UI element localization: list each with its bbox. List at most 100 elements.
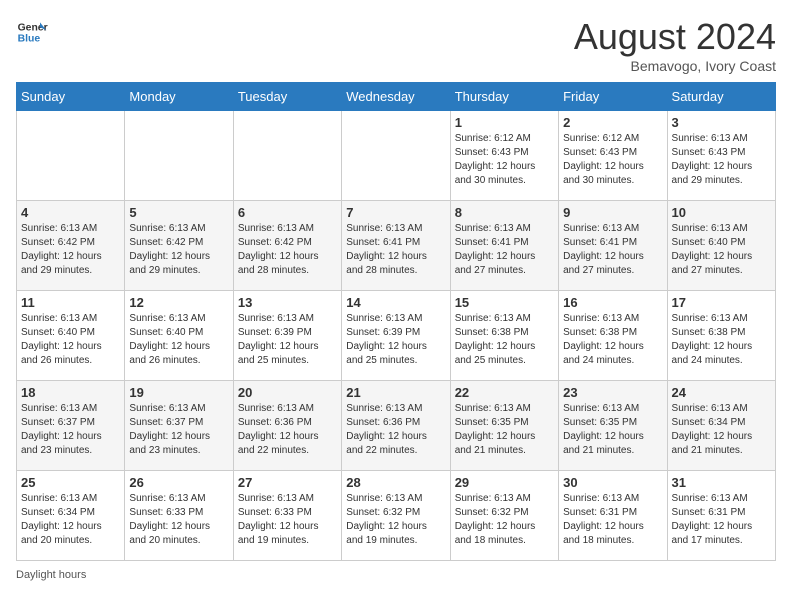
- daylight-label: Daylight hours: [16, 569, 86, 581]
- day-info: Sunrise: 6:13 AMSunset: 6:42 PMDaylight:…: [238, 222, 337, 278]
- day-info: Sunrise: 6:13 AMSunset: 6:35 PMDaylight:…: [455, 402, 554, 458]
- calendar-cell: 26 Sunrise: 6:13 AMSunset: 6:33 PMDayligh…: [125, 471, 233, 561]
- calendar-cell: 24Sunrise: 6:13 AMSunset: 6:34 PMDayligh…: [667, 381, 775, 471]
- day-info: Sunrise: 6:13 AMSunset: 6:38 PMDaylight:…: [672, 312, 771, 368]
- month-year-title: August 2024: [574, 16, 776, 58]
- day-info: Sunrise: 6:13 AMSunset: 6:41 PMDaylight:…: [455, 222, 554, 278]
- calendar-cell: 18 Sunrise: 6:13 AMSunset: 6:37 PMDayligh…: [17, 381, 125, 471]
- calendar-table: SundayMondayTuesdayWednesdayThursdayFrid…: [16, 82, 776, 561]
- page-header: General Blue August 2024 Bemavogo, Ivory…: [16, 16, 776, 74]
- day-number: 9: [563, 205, 662, 220]
- calendar-cell: 31 Sunrise: 6:13 AMSunset: 6:31 PMDayligh…: [667, 471, 775, 561]
- calendar-week-row: 1 Sunrise: 6:12 AMSunset: 6:43 PMDaylight…: [17, 111, 776, 201]
- location-subtitle: Bemavogo, Ivory Coast: [574, 58, 776, 74]
- day-info: Sunrise: 6:13 AMSunset: 6:43 PMDaylight:…: [672, 132, 771, 188]
- day-number: 12: [129, 295, 228, 310]
- day-number: 27: [238, 475, 337, 490]
- day-number: 29: [455, 475, 554, 490]
- day-number: 21: [346, 385, 445, 400]
- day-info: Sunrise: 6:13 AMSunset: 6:36 PMDaylight:…: [346, 402, 445, 458]
- calendar-cell: 25Sunrise: 6:13 AMSunset: 6:34 PMDayligh…: [17, 471, 125, 561]
- calendar-cell: [125, 111, 233, 201]
- day-info: Sunrise: 6:12 AMSunset: 6:43 PMDaylight:…: [563, 132, 662, 188]
- day-info: Sunrise: 6:13 AMSunset: 6:40 PMDaylight:…: [129, 312, 228, 368]
- calendar-cell: 29 Sunrise: 6:13 AMSunset: 6:32 PMDayligh…: [450, 471, 558, 561]
- calendar-cell: 28 Sunrise: 6:13 AMSunset: 6:32 PMDayligh…: [342, 471, 450, 561]
- calendar-cell: 11 Sunrise: 6:13 AMSunset: 6:40 PMDayligh…: [17, 291, 125, 381]
- calendar-cell: 4Sunrise: 6:13 AMSunset: 6:42 PMDaylight…: [17, 201, 125, 291]
- day-info: Sunrise: 6:13 AMSunset: 6:38 PMDaylight:…: [455, 312, 554, 368]
- day-info: Sunrise: 6:13 AMSunset: 6:35 PMDaylight:…: [563, 402, 662, 458]
- day-info: Sunrise: 6:13 AMSunset: 6:33 PMDaylight:…: [129, 492, 228, 548]
- day-number: 18: [21, 385, 120, 400]
- calendar-cell: 2Sunrise: 6:12 AMSunset: 6:43 PMDaylight…: [559, 111, 667, 201]
- day-info: Sunrise: 6:13 AMSunset: 6:39 PMDaylight:…: [346, 312, 445, 368]
- day-info: Sunrise: 6:13 AMSunset: 6:32 PMDaylight:…: [455, 492, 554, 548]
- day-number: 13: [238, 295, 337, 310]
- calendar-cell: 15Sunrise: 6:13 AMSunset: 6:38 PMDayligh…: [450, 291, 558, 381]
- calendar-week-row: 4Sunrise: 6:13 AMSunset: 6:42 PMDaylight…: [17, 201, 776, 291]
- calendar-week-row: 25Sunrise: 6:13 AMSunset: 6:34 PMDayligh…: [17, 471, 776, 561]
- day-number: 11: [21, 295, 120, 310]
- calendar-week-row: 18 Sunrise: 6:13 AMSunset: 6:37 PMDayligh…: [17, 381, 776, 471]
- day-number: 6: [238, 205, 337, 220]
- calendar-cell: 17 Sunrise: 6:13 AMSunset: 6:38 PMDayligh…: [667, 291, 775, 381]
- day-info: Sunrise: 6:13 AMSunset: 6:42 PMDaylight:…: [129, 222, 228, 278]
- calendar-cell: [342, 111, 450, 201]
- svg-text:Blue: Blue: [18, 34, 41, 45]
- day-number: 10: [672, 205, 771, 220]
- day-number: 14: [346, 295, 445, 310]
- day-info: Sunrise: 6:13 AMSunset: 6:40 PMDaylight:…: [672, 222, 771, 278]
- day-info: Sunrise: 6:13 AMSunset: 6:32 PMDaylight:…: [346, 492, 445, 548]
- day-info: Sunrise: 6:13 AMSunset: 6:41 PMDaylight:…: [563, 222, 662, 278]
- day-info: Sunrise: 6:13 AMSunset: 6:34 PMDaylight:…: [21, 492, 120, 548]
- day-number: 26: [129, 475, 228, 490]
- day-number: 19: [129, 385, 228, 400]
- logo: General Blue: [16, 16, 48, 48]
- calendar-header: SundayMondayTuesdayWednesdayThursdayFrid…: [17, 83, 776, 111]
- calendar-cell: 16 Sunrise: 6:13 AMSunset: 6:38 PMDayligh…: [559, 291, 667, 381]
- day-info: Sunrise: 6:13 AMSunset: 6:37 PMDaylight:…: [21, 402, 120, 458]
- day-info: Sunrise: 6:13 AMSunset: 6:33 PMDaylight:…: [238, 492, 337, 548]
- calendar-cell: 5 Sunrise: 6:13 AMSunset: 6:42 PMDaylight…: [125, 201, 233, 291]
- day-info: Sunrise: 6:13 AMSunset: 6:38 PMDaylight:…: [563, 312, 662, 368]
- day-header-row: SundayMondayTuesdayWednesdayThursdayFrid…: [17, 83, 776, 111]
- day-of-week-header: Monday: [125, 83, 233, 111]
- day-number: 30: [563, 475, 662, 490]
- day-number: 20: [238, 385, 337, 400]
- calendar-cell: 7Sunrise: 6:13 AMSunset: 6:41 PMDaylight…: [342, 201, 450, 291]
- day-number: 24: [672, 385, 771, 400]
- day-number: 31: [672, 475, 771, 490]
- calendar-cell: [233, 111, 341, 201]
- calendar-cell: 21 Sunrise: 6:13 AMSunset: 6:36 PMDayligh…: [342, 381, 450, 471]
- day-info: Sunrise: 6:13 AMSunset: 6:31 PMDaylight:…: [672, 492, 771, 548]
- day-info: Sunrise: 6:13 AMSunset: 6:31 PMDaylight:…: [563, 492, 662, 548]
- day-number: 17: [672, 295, 771, 310]
- calendar-cell: 23Sunrise: 6:13 AMSunset: 6:35 PMDayligh…: [559, 381, 667, 471]
- day-number: 16: [563, 295, 662, 310]
- calendar-cell: 10 Sunrise: 6:13 AMSunset: 6:40 PMDayligh…: [667, 201, 775, 291]
- day-of-week-header: Wednesday: [342, 83, 450, 111]
- calendar-cell: 6 Sunrise: 6:13 AMSunset: 6:42 PMDaylight…: [233, 201, 341, 291]
- day-number: 1: [455, 115, 554, 130]
- title-block: August 2024 Bemavogo, Ivory Coast: [574, 16, 776, 74]
- day-of-week-header: Friday: [559, 83, 667, 111]
- calendar-cell: 3 Sunrise: 6:13 AMSunset: 6:43 PMDaylight…: [667, 111, 775, 201]
- calendar-cell: 8 Sunrise: 6:13 AMSunset: 6:41 PMDaylight…: [450, 201, 558, 291]
- day-number: 28: [346, 475, 445, 490]
- day-number: 22: [455, 385, 554, 400]
- calendar-cell: 1 Sunrise: 6:12 AMSunset: 6:43 PMDaylight…: [450, 111, 558, 201]
- day-info: Sunrise: 6:13 AMSunset: 6:40 PMDaylight:…: [21, 312, 120, 368]
- calendar-cell: [17, 111, 125, 201]
- day-info: Sunrise: 6:12 AMSunset: 6:43 PMDaylight:…: [455, 132, 554, 188]
- day-info: Sunrise: 6:13 AMSunset: 6:37 PMDaylight:…: [129, 402, 228, 458]
- day-of-week-header: Thursday: [450, 83, 558, 111]
- calendar-body: 1 Sunrise: 6:12 AMSunset: 6:43 PMDaylight…: [17, 111, 776, 561]
- calendar-cell: 12 Sunrise: 6:13 AMSunset: 6:40 PMDayligh…: [125, 291, 233, 381]
- calendar-cell: 14 Sunrise: 6:13 AMSunset: 6:39 PMDayligh…: [342, 291, 450, 381]
- calendar-cell: 20Sunrise: 6:13 AMSunset: 6:36 PMDayligh…: [233, 381, 341, 471]
- day-number: 3: [672, 115, 771, 130]
- calendar-cell: 13Sunrise: 6:13 AMSunset: 6:39 PMDayligh…: [233, 291, 341, 381]
- day-number: 8: [455, 205, 554, 220]
- day-number: 5: [129, 205, 228, 220]
